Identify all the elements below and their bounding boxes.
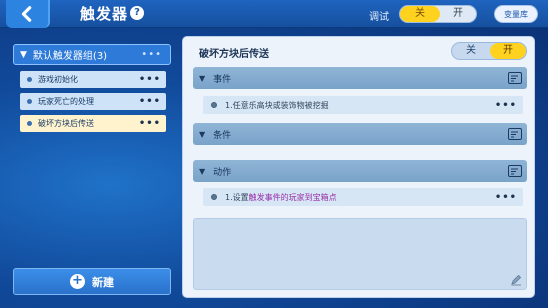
top-bar: 触发器 ? 调试 关 开 变量库 — [0, 0, 548, 28]
action-entry-prefix: 1.设置 — [225, 192, 249, 202]
trigger-item-menu[interactable]: ••• — [139, 118, 161, 129]
section-condition[interactable]: ▼ 条件 — [193, 123, 527, 145]
group-menu-button[interactable]: ••• — [141, 49, 162, 60]
pencil-icon[interactable] — [510, 274, 522, 286]
action-entry-highlight: 触发事件的玩家到宝箱点 — [248, 192, 337, 202]
entry-menu[interactable]: ••• — [495, 100, 517, 111]
bullet-icon — [27, 77, 32, 82]
event-entry[interactable]: 1.任意乐高块或装饰物被挖掘 ••• — [203, 96, 523, 114]
action-entry[interactable]: 1.设置 触发事件的玩家到宝箱点 ••• — [203, 188, 523, 206]
variables-button[interactable]: 变量库 — [494, 5, 538, 23]
trigger-item-init[interactable]: 游戏初始化 ••• — [20, 71, 166, 88]
debug-toggle-on[interactable]: 开 — [440, 6, 476, 22]
new-button-label: 新建 — [92, 275, 114, 289]
debug-label: 调试 — [369, 12, 389, 23]
trigger-detail-panel: 破坏方块后传送 关 开 ▼ 事件 1.任意乐高块或装饰物被挖掘 ••• ▼ 条件… — [182, 36, 535, 298]
collapse-triangle-icon: ▼ — [199, 166, 206, 176]
section-event[interactable]: ▼ 事件 — [193, 67, 527, 89]
trigger-item-menu[interactable]: ••• — [139, 74, 161, 85]
collapse-triangle-icon: ▼ — [199, 73, 206, 83]
trigger-item-menu[interactable]: ••• — [139, 96, 161, 107]
section-label: 条件 — [213, 130, 232, 141]
bullet-icon — [27, 121, 32, 126]
event-entry-text: 1.任意乐高块或装饰物被挖掘 — [225, 100, 329, 110]
trigger-item-player-death[interactable]: 玩家死亡的处理 ••• — [20, 93, 166, 110]
entry-menu[interactable]: ••• — [495, 192, 517, 203]
expand-triangle-icon: ▼ — [20, 49, 27, 60]
section-label: 事件 — [213, 74, 232, 85]
page-title: 触发器 — [80, 5, 129, 23]
trigger-title: 破坏方块后传送 — [199, 49, 269, 60]
back-button[interactable] — [6, 0, 50, 28]
trigger-group-header[interactable]: ▼ 默认触发器组(3) ••• — [13, 44, 171, 65]
section-action[interactable]: ▼ 动作 — [193, 160, 527, 182]
entry-radio-icon — [211, 194, 217, 200]
help-icon[interactable]: ? — [130, 6, 144, 20]
edit-list-icon[interactable] — [508, 72, 522, 84]
debug-toggle-off[interactable]: 关 — [400, 6, 440, 22]
trigger-item-label: 玩家死亡的处理 — [38, 97, 94, 106]
trigger-item-break-teleport[interactable]: 破坏方块后传送 ••• — [20, 115, 166, 132]
chevron-left-icon — [21, 6, 32, 22]
trigger-group-label: 默认触发器组(3) — [32, 51, 108, 62]
trigger-enable-toggle[interactable]: 关 开 — [451, 42, 527, 60]
collapse-triangle-icon: ▼ — [199, 129, 206, 139]
bullet-icon — [27, 99, 32, 104]
trigger-toggle-off[interactable]: 关 — [452, 43, 490, 59]
entry-radio-icon — [211, 102, 217, 108]
trigger-item-label: 破坏方块后传送 — [38, 119, 94, 128]
trigger-item-label: 游戏初始化 — [38, 75, 78, 84]
trigger-toggle-on[interactable]: 开 — [490, 43, 526, 59]
plus-icon: + — [70, 274, 85, 289]
section-label: 动作 — [213, 167, 232, 178]
notes-area[interactable] — [193, 218, 527, 290]
edit-list-icon[interactable] — [508, 128, 522, 140]
edit-list-icon[interactable] — [508, 165, 522, 177]
debug-toggle[interactable]: 关 开 — [399, 5, 477, 23]
new-trigger-button[interactable]: + 新建 — [13, 268, 171, 295]
